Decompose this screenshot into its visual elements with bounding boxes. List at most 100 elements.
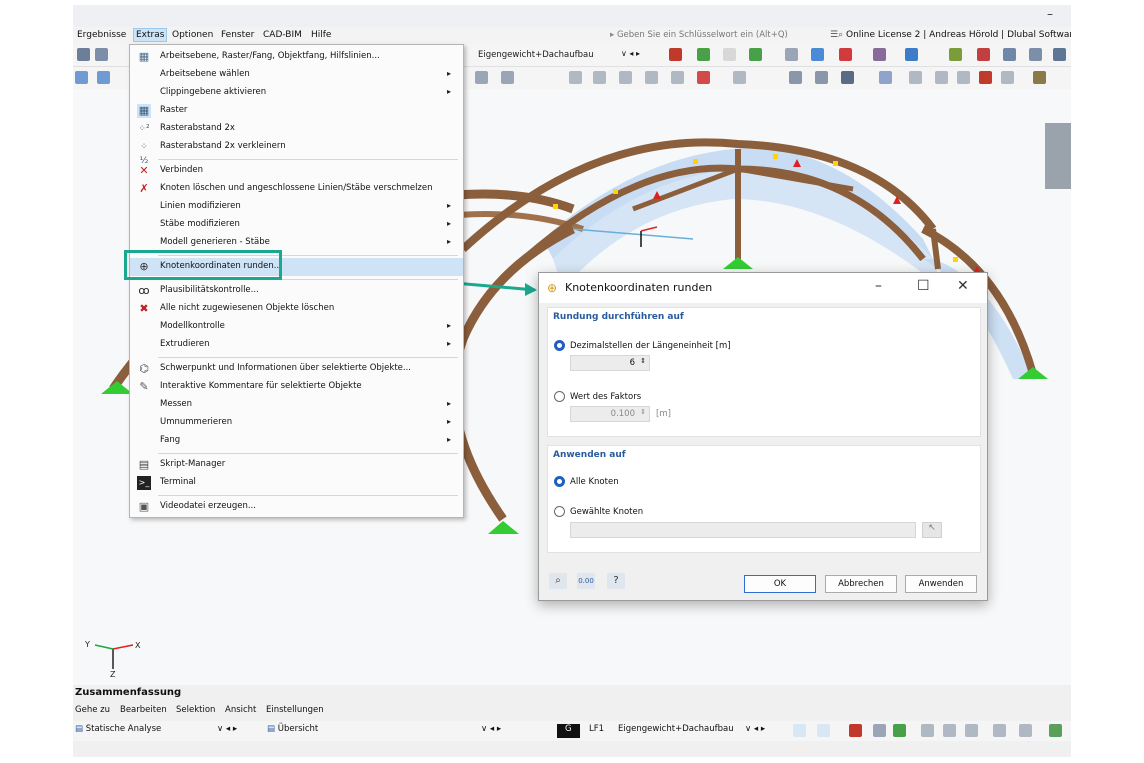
panel-menu-selection[interactable]: Selektion bbox=[176, 705, 215, 715]
model-icon[interactable] bbox=[785, 48, 798, 61]
line-icon[interactable] bbox=[475, 71, 488, 84]
workplane-icon[interactable] bbox=[879, 71, 892, 84]
menu-item-create-video[interactable]: ▣ Videodatei erzeugen... bbox=[130, 498, 463, 516]
menu-item-extrude[interactable]: Extrudieren ▸ bbox=[130, 336, 463, 354]
dialog-maximize-button[interactable]: ☐ bbox=[917, 278, 930, 294]
filter-select-icon[interactable] bbox=[817, 724, 830, 737]
cube-view-icon[interactable] bbox=[1053, 48, 1066, 61]
panel-nav-arrows[interactable]: ∨ ◂ ▸ bbox=[481, 724, 501, 738]
window-icon[interactable] bbox=[95, 48, 108, 61]
render-icon[interactable] bbox=[949, 48, 962, 61]
menu-item-snap[interactable]: Fang ▸ bbox=[130, 432, 463, 450]
support-label-icon[interactable] bbox=[749, 48, 762, 61]
print-table-icon[interactable] bbox=[965, 724, 978, 737]
display-icon[interactable] bbox=[811, 48, 824, 61]
factor-stepper[interactable]: 0.100 ⇕ bbox=[570, 406, 650, 422]
eccentricity-icon[interactable] bbox=[671, 71, 684, 84]
menu-item-select-workplane[interactable]: Arbeitsebene wählen ▸ bbox=[130, 66, 463, 84]
radio-selected-nodes[interactable] bbox=[554, 506, 565, 517]
menu-item-script-manager[interactable]: ▤ Skript-Manager bbox=[130, 456, 463, 474]
radio-factor[interactable] bbox=[554, 391, 565, 402]
select-icon[interactable] bbox=[75, 71, 88, 84]
chevron-down-icon[interactable]: ∨ ◂ ▸ bbox=[621, 49, 640, 58]
panel-menu-goto[interactable]: Gehe zu bbox=[75, 705, 110, 715]
dialog-close-button[interactable]: ✕ bbox=[957, 278, 969, 294]
loadcase-select[interactable]: Eigengewicht+Dachaufbau bbox=[478, 50, 594, 60]
panel-menu-edit[interactable]: Bearbeiten bbox=[120, 705, 167, 715]
layout-icon[interactable] bbox=[1019, 724, 1032, 737]
apply-button[interactable]: Anwenden bbox=[905, 575, 977, 593]
opening-icon[interactable] bbox=[593, 71, 606, 84]
radio-all-nodes[interactable] bbox=[554, 476, 565, 487]
label-icon[interactable] bbox=[723, 48, 736, 61]
radio-decimals[interactable] bbox=[554, 340, 565, 351]
menu-optionen[interactable]: Optionen bbox=[172, 30, 213, 40]
filter-icon[interactable] bbox=[977, 48, 990, 61]
export-icon[interactable] bbox=[943, 724, 956, 737]
load-case-icon[interactable] bbox=[697, 71, 710, 84]
section-icon[interactable] bbox=[905, 48, 918, 61]
distribution-icon[interactable] bbox=[873, 48, 886, 61]
pick-nodes-button[interactable]: ↖ bbox=[922, 522, 942, 538]
member-icon[interactable] bbox=[501, 71, 514, 84]
support-result-icon[interactable] bbox=[849, 724, 862, 737]
menu-item-plausibility-check[interactable]: ꝏ Plausibilitätskontrolle... bbox=[130, 282, 463, 300]
dimension-icon[interactable] bbox=[733, 71, 746, 84]
menu-item-measure[interactable]: Messen ▸ bbox=[130, 396, 463, 414]
result-icon[interactable] bbox=[839, 48, 852, 61]
cancel-button[interactable]: Abbrechen bbox=[825, 575, 897, 593]
support-icon[interactable] bbox=[697, 48, 710, 61]
loadcase-name[interactable]: Eigengewicht+Dachaufbau bbox=[618, 724, 734, 738]
menu-item-terminal[interactable]: >_ Terminal bbox=[130, 474, 463, 492]
menu-item-model-check[interactable]: Modellkontrolle ▸ bbox=[130, 318, 463, 336]
menu-item-grid[interactable]: ▦ Raster bbox=[130, 102, 463, 120]
menu-extras[interactable]: Extras bbox=[133, 28, 168, 42]
menu-item-interactive-comments[interactable]: ✎ Interaktive Kommentare für selektierte … bbox=[130, 378, 463, 396]
search-input[interactable]: ▸ Geben Sie ein Schlüsselwort ein (Alt+Q… bbox=[610, 30, 820, 42]
guide-icon[interactable] bbox=[909, 71, 922, 84]
table-view-icon[interactable] bbox=[921, 724, 934, 737]
node-result-icon[interactable] bbox=[893, 724, 906, 737]
menu-item-clipping-plane[interactable]: Clippingebene aktivieren ▸ bbox=[130, 84, 463, 102]
menu-ergebnisse[interactable]: Ergebnisse bbox=[77, 30, 126, 40]
menu-item-centroid-info[interactable]: ⌬ Schwerpunkt und Informationen über sele… bbox=[130, 360, 463, 378]
decimals-stepper[interactable]: 6 ⇕ bbox=[570, 355, 650, 371]
menu-item-grid-half[interactable]: ⁘½ Rasterabstand 2x verkleinern bbox=[130, 138, 463, 166]
print-icon[interactable] bbox=[1033, 71, 1046, 84]
decimals-button[interactable]: 0.00 bbox=[577, 573, 595, 589]
excel-icon[interactable] bbox=[1049, 724, 1062, 737]
mirror-icon[interactable] bbox=[935, 71, 948, 84]
menu-cad-bim[interactable]: CAD-BIM bbox=[263, 30, 302, 40]
label-result-icon[interactable] bbox=[873, 724, 886, 737]
load-icon[interactable] bbox=[669, 48, 682, 61]
menu-item-workplane-grid-snap[interactable]: ▦ Arbeitsebene, Raster/Fang, Objektfang, … bbox=[130, 48, 463, 66]
menu-item-modify-members[interactable]: Stäbe modifizieren ▸ bbox=[130, 216, 463, 234]
analysis-select[interactable]: ▤ Statische Analyse ∨ ◂ ▸ bbox=[75, 724, 237, 738]
delete-icon[interactable] bbox=[979, 71, 992, 84]
solid-icon[interactable] bbox=[619, 71, 632, 84]
column-icon[interactable] bbox=[993, 724, 1006, 737]
view-icon[interactable] bbox=[77, 48, 90, 61]
menu-item-delete-unassigned[interactable]: ✖ Alle nicht zugewiesenen Objekte löschen bbox=[130, 300, 463, 318]
menu-item-grid-double[interactable]: ⁘² Rasterabstand 2x bbox=[130, 120, 463, 138]
dialog-minimize-button[interactable]: – bbox=[875, 278, 882, 294]
panel-menu-settings[interactable]: Einstellungen bbox=[266, 705, 324, 715]
cube-icon[interactable] bbox=[1029, 48, 1042, 61]
menu-fenster[interactable]: Fenster bbox=[221, 30, 254, 40]
loadcase-nav-arrows[interactable]: ∨ ◂ ▸ bbox=[745, 724, 765, 738]
search-icon[interactable]: ⌕ bbox=[549, 573, 567, 589]
filter-icon[interactable] bbox=[793, 724, 806, 737]
snap-grid-icon[interactable] bbox=[815, 71, 828, 84]
snap-icon[interactable] bbox=[97, 71, 110, 84]
box-icon[interactable] bbox=[1003, 48, 1016, 61]
menu-item-modify-lines[interactable]: Linien modifizieren ▸ bbox=[130, 198, 463, 216]
hinge-icon[interactable] bbox=[645, 71, 658, 84]
panel-menu-view[interactable]: Ansicht bbox=[225, 705, 256, 715]
menu-item-delete-node-merge[interactable]: ✗ Knoten löschen und angeschlossene Linie… bbox=[130, 180, 463, 198]
menu-hilfe[interactable]: Hilfe bbox=[311, 30, 331, 40]
settings-icon[interactable]: ☰⌕ bbox=[830, 30, 846, 40]
help-icon[interactable]: ? bbox=[607, 573, 625, 589]
photo-icon[interactable] bbox=[1001, 71, 1014, 84]
minimize-button[interactable]: – bbox=[1047, 7, 1053, 21]
grid-icon[interactable] bbox=[789, 71, 802, 84]
